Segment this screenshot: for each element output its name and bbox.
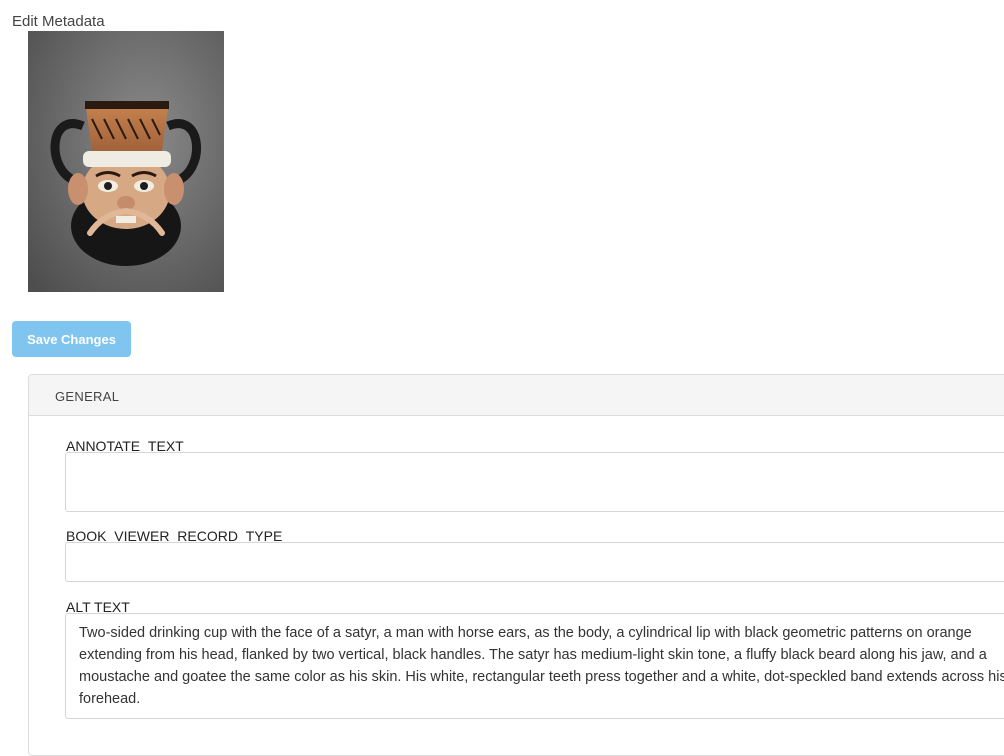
artwork-thumbnail[interactable] — [28, 31, 224, 292]
book-viewer-record-type-field[interactable] — [65, 542, 1004, 582]
annotate-text-field[interactable] — [65, 452, 1004, 512]
alt-text-field[interactable]: Two-sided drinking cup with the face of … — [65, 613, 1004, 719]
page-title: Edit Metadata — [12, 13, 105, 30]
general-panel: GENERAL ANNOTATE_TEXT BOOK_VIEWER_RECORD… — [28, 374, 1004, 756]
panel-heading[interactable]: GENERAL — [29, 375, 1004, 416]
save-button[interactable]: Save Changes — [12, 321, 131, 357]
